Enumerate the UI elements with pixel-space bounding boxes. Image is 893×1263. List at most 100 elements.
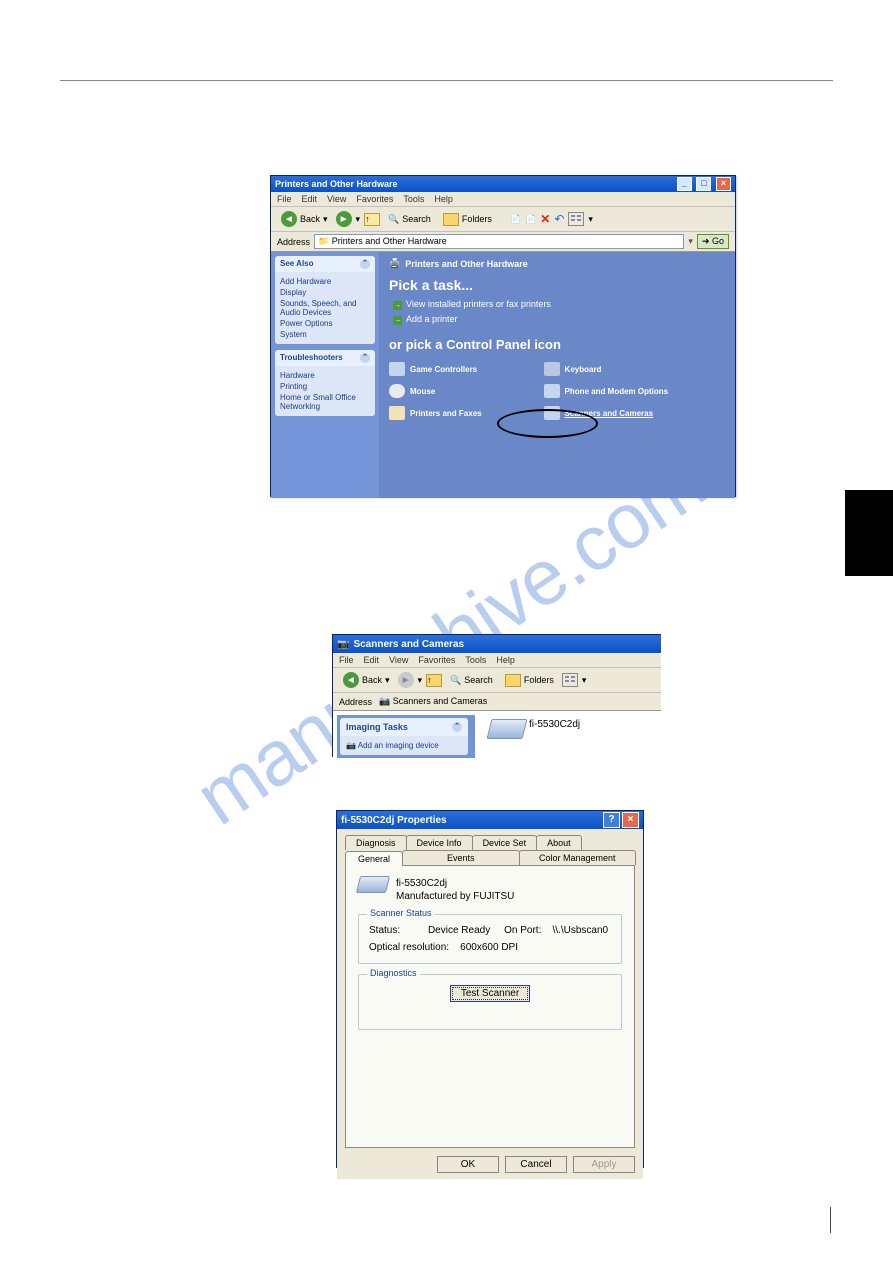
model-name: fi-5530C2dj: [396, 878, 514, 889]
side-tab: [845, 490, 893, 576]
sidebar-item-system[interactable]: System: [280, 330, 370, 339]
test-scanner-button[interactable]: Test Scanner: [450, 985, 530, 1002]
tab-color-management[interactable]: Color Management: [519, 850, 636, 865]
back-button[interactable]: ◄Back ▾: [277, 210, 332, 228]
diagnostics-group: Diagnostics Test Scanner: [358, 974, 622, 1030]
menu-help[interactable]: Help: [496, 655, 515, 665]
folders-icon: [443, 213, 459, 226]
onport-value: \\.\Usbscan0: [552, 925, 608, 936]
address-input[interactable]: 📁 Printers and Other Hardware: [314, 234, 684, 249]
forward-button[interactable]: ►: [398, 672, 414, 688]
dialog-buttons: OK Cancel Apply: [337, 1150, 643, 1179]
views-icon[interactable]: [562, 673, 578, 687]
toolbar: ◄Back ▾ ► ▾ ↑ 🔍Search Folders ▾: [333, 668, 661, 693]
tab-device-info[interactable]: Device Info: [406, 835, 473, 850]
status-label: Status:: [369, 925, 400, 936]
up-icon[interactable]: ↑: [364, 213, 380, 226]
chevron-icon[interactable]: ⌃: [360, 353, 370, 363]
window-controls: _ □ ×: [675, 177, 731, 191]
delete-icon[interactable]: ✕: [540, 212, 550, 226]
search-button[interactable]: 🔍Search: [384, 213, 435, 226]
page-footer-line: [830, 1207, 831, 1233]
sidebar-item-power[interactable]: Power Options: [280, 319, 370, 328]
menu-favorites[interactable]: Favorites: [356, 194, 393, 204]
folders-button[interactable]: Folders: [439, 212, 496, 227]
cancel-button[interactable]: Cancel: [505, 1156, 567, 1173]
views-icon[interactable]: [568, 212, 584, 226]
main-pane: 🖨️ Printers and Other Hardware Pick a ta…: [379, 252, 735, 498]
menu-file[interactable]: File: [339, 655, 354, 665]
icon-2[interactable]: 📄: [525, 214, 536, 225]
menu-view[interactable]: View: [389, 655, 408, 665]
task-view-printers[interactable]: →View installed printers or fax printers: [393, 299, 725, 310]
scanner-device-icon[interactable]: [487, 719, 528, 739]
close-button[interactable]: ×: [622, 812, 639, 828]
arrow-icon: →: [393, 316, 402, 325]
minimize-button[interactable]: _: [677, 177, 692, 191]
keyboard-icon: [544, 362, 560, 376]
breadcrumb: 🖨️ Printers and Other Hardware: [389, 258, 725, 269]
menu-tools[interactable]: Tools: [465, 655, 486, 665]
forward-button[interactable]: ►: [336, 211, 352, 227]
content-area: Imaging Tasks⌃ 📷 Add an imaging device f…: [333, 711, 661, 762]
cp-mouse[interactable]: Mouse: [389, 384, 544, 398]
imaging-tasks-panel: Imaging Tasks⌃ 📷 Add an imaging device: [340, 718, 468, 755]
sidebar-item-display[interactable]: Display: [280, 288, 370, 297]
icon-1[interactable]: 📄: [510, 214, 521, 225]
scanner-status-group: Scanner Status Status: Device Ready On P…: [358, 914, 622, 964]
task-add-imaging-device[interactable]: 📷 Add an imaging device: [346, 741, 462, 750]
or-pick-heading: or pick a Control Panel icon: [389, 337, 725, 352]
search-button[interactable]: 🔍Search: [446, 674, 497, 687]
undo-icon[interactable]: ↶: [554, 212, 564, 226]
task-add-printer[interactable]: →Add a printer: [393, 314, 725, 325]
optical-label: Optical resolution:: [369, 942, 449, 953]
ok-button[interactable]: OK: [437, 1156, 499, 1173]
cp-keyboard[interactable]: Keyboard: [544, 362, 699, 376]
titlebar: 📷 Scanners and Cameras: [333, 635, 661, 653]
menu-view[interactable]: View: [327, 194, 346, 204]
tab-device-set[interactable]: Device Set: [472, 835, 538, 850]
go-button[interactable]: ➜ Go: [697, 234, 729, 249]
menu-bar: File Edit View Favorites Tools Help: [333, 653, 661, 668]
back-button[interactable]: ◄Back ▾: [339, 671, 394, 689]
pick-task-heading: Pick a task...: [389, 277, 725, 293]
chevron-icon[interactable]: ⌃: [360, 259, 370, 269]
menu-file[interactable]: File: [277, 194, 292, 204]
close-button[interactable]: ×: [716, 177, 731, 191]
menu-edit[interactable]: Edit: [364, 655, 380, 665]
menu-bar: File Edit View Favorites Tools Help: [271, 192, 735, 207]
address-input[interactable]: 📷 Scanners and Cameras: [376, 695, 655, 708]
cp-phone-modem[interactable]: Phone and Modem Options: [544, 384, 699, 398]
sidebar-item-printing[interactable]: Printing: [280, 382, 370, 391]
tab-about[interactable]: About: [536, 835, 582, 850]
menu-help[interactable]: Help: [434, 194, 453, 204]
manufacturer: Manufactured by FUJITSU: [396, 891, 514, 902]
tab-area: Diagnosis Device Info Device Set About G…: [337, 829, 643, 1150]
device-label[interactable]: fi-5530C2dj: [529, 719, 580, 730]
sidebar-item-networking[interactable]: Home or Small Office Networking: [280, 393, 370, 411]
menu-favorites[interactable]: Favorites: [418, 655, 455, 665]
sidebar-item-hardware[interactable]: Hardware: [280, 371, 370, 380]
chevron-icon[interactable]: ⌃: [452, 722, 462, 732]
sidebar-item-add-hardware[interactable]: Add Hardware: [280, 277, 370, 286]
cp-game-controllers[interactable]: Game Controllers: [389, 362, 544, 376]
sidebar-item-sounds[interactable]: Sounds, Speech, and Audio Devices: [280, 299, 370, 317]
highlight-ellipse: [497, 409, 598, 438]
tab-general[interactable]: General: [345, 851, 403, 866]
help-button[interactable]: ?: [603, 812, 620, 828]
back-icon: ◄: [343, 672, 359, 688]
folders-button[interactable]: Folders: [501, 673, 558, 688]
onport-label: On Port:: [504, 925, 541, 936]
optical-value: 600x600 DPI: [460, 942, 518, 953]
tab-diagnosis[interactable]: Diagnosis: [345, 835, 407, 850]
address-label: Address: [339, 697, 372, 707]
menu-tools[interactable]: Tools: [403, 194, 424, 204]
arrow-icon: →: [393, 301, 402, 310]
maximize-button[interactable]: □: [696, 177, 711, 191]
folders-icon: [505, 674, 521, 687]
up-icon[interactable]: ↑: [426, 674, 442, 687]
menu-edit[interactable]: Edit: [302, 194, 318, 204]
apply-button[interactable]: Apply: [573, 1156, 635, 1173]
game-controller-icon: [389, 362, 405, 376]
tab-events[interactable]: Events: [402, 850, 519, 865]
